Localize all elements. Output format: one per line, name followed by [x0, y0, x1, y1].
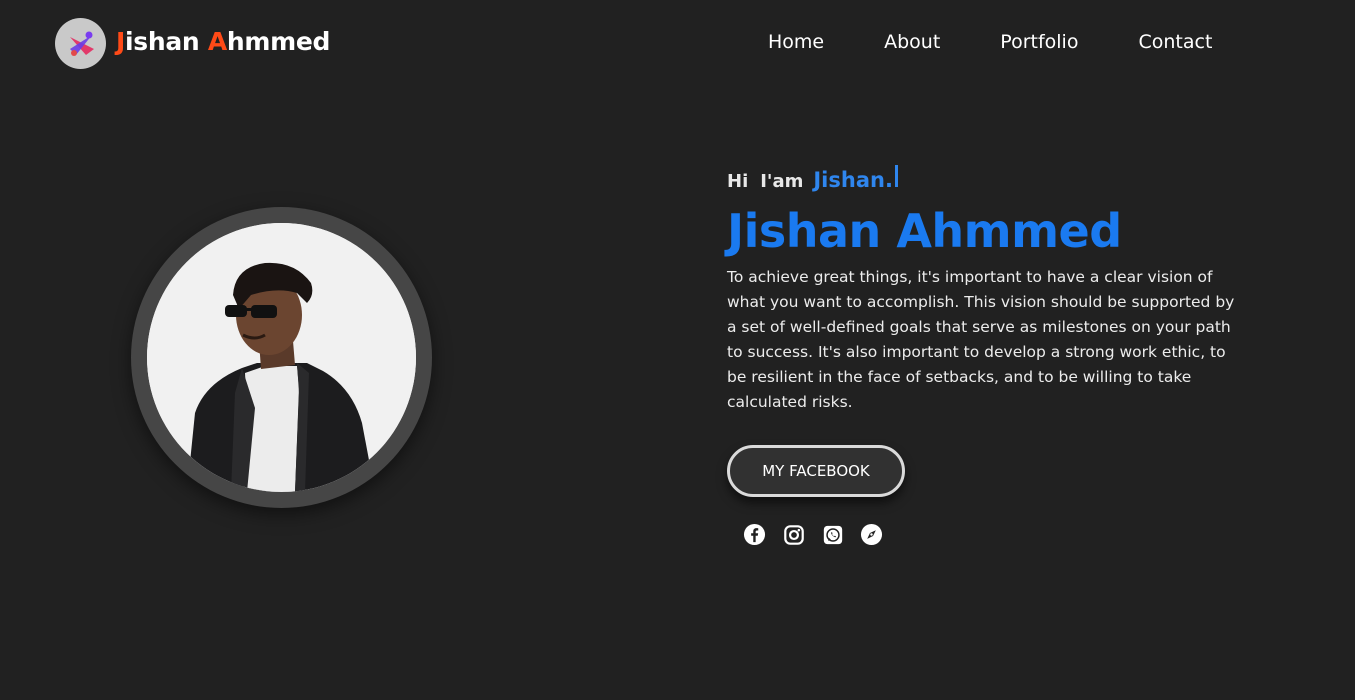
- code-logo-icon: [69, 31, 94, 56]
- facebook-button[interactable]: MY FACEBOOK: [727, 445, 905, 497]
- greeting-hi: Hi: [727, 171, 749, 192]
- facebook-icon[interactable]: [743, 523, 766, 546]
- typing-cursor: [894, 165, 898, 187]
- nav-portfolio[interactable]: Portfolio: [1000, 31, 1078, 53]
- profile-photo-frame: [131, 207, 432, 508]
- nav-home[interactable]: Home: [768, 31, 824, 53]
- site-header: Jishan Ahmmed Home About Portfolio Conta…: [0, 0, 1355, 88]
- nav-contact[interactable]: Contact: [1138, 31, 1212, 53]
- hero-section: Hi I'am Jishan. Jishan Ahmmed To achieve…: [727, 165, 1247, 546]
- brand-initial-a: A: [207, 27, 227, 56]
- brand-last-rest: hmmed: [226, 27, 331, 56]
- hero-bio: To achieve great things, it's important …: [727, 268, 1235, 411]
- nav-about[interactable]: About: [884, 31, 940, 53]
- social-links: [743, 523, 883, 546]
- profile-photo: [147, 223, 416, 492]
- whatsapp-icon[interactable]: [821, 523, 844, 546]
- main-nav: Home About Portfolio Contact: [768, 31, 1212, 53]
- logo[interactable]: [55, 18, 106, 69]
- brand-initial-j: J: [116, 27, 126, 56]
- brand-first-rest: ishan: [125, 27, 208, 56]
- greeting-iam: I'am: [760, 171, 804, 192]
- hero-name: Jishan Ahmmed: [727, 204, 1122, 258]
- compass-icon[interactable]: [860, 523, 883, 546]
- instagram-icon[interactable]: [782, 523, 805, 546]
- brand-name[interactable]: Jishan Ahmmed: [116, 27, 330, 56]
- greeting: Hi I'am Jishan.: [727, 165, 1247, 197]
- typed-name: Jishan.: [813, 168, 893, 192]
- person-portrait-illustration: [147, 223, 416, 492]
